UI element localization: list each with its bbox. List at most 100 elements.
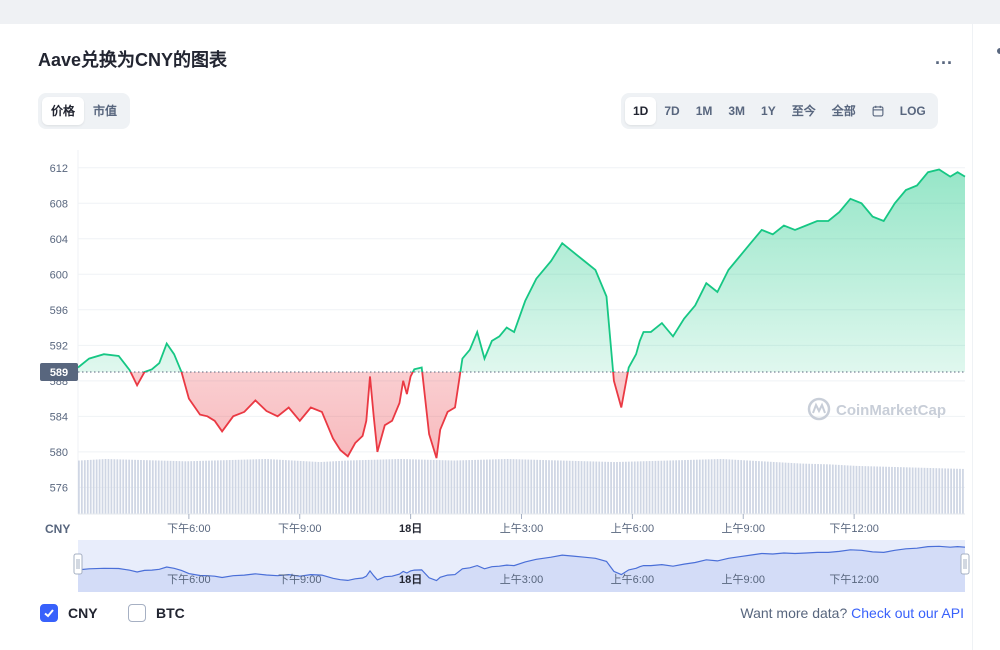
cny-checkbox[interactable] bbox=[40, 604, 58, 622]
volume-bar bbox=[338, 460, 340, 514]
y-tick-label: 580 bbox=[50, 447, 68, 459]
volume-bar bbox=[636, 461, 639, 514]
range-3m[interactable]: 3M bbox=[720, 97, 753, 125]
cny-label: CNY bbox=[68, 605, 98, 621]
x-tick-label: 18日 bbox=[399, 522, 422, 535]
volume-bar bbox=[790, 462, 793, 514]
legend-cny[interactable]: CNY bbox=[40, 604, 98, 622]
volume-bar bbox=[820, 464, 822, 514]
volume-bar bbox=[137, 459, 139, 514]
range-all[interactable]: 全部 bbox=[824, 97, 864, 125]
volume-bar bbox=[684, 460, 686, 514]
volume-bar bbox=[151, 460, 154, 514]
volume-bar bbox=[891, 466, 893, 514]
calendar-icon[interactable] bbox=[864, 97, 892, 125]
volume-bar bbox=[527, 459, 530, 514]
volume-bar bbox=[698, 459, 701, 514]
volume-bar bbox=[465, 460, 468, 514]
navigator-handle-right[interactable] bbox=[960, 553, 970, 575]
volume-bar bbox=[214, 460, 216, 514]
volume-bar bbox=[619, 461, 621, 514]
volume-bar bbox=[412, 459, 414, 514]
volume-bar bbox=[314, 461, 317, 514]
volume-bar bbox=[196, 460, 199, 514]
volume-bar bbox=[361, 460, 364, 514]
navigator-handle-left[interactable] bbox=[73, 553, 83, 575]
volume-bar bbox=[542, 460, 544, 514]
volume-bar bbox=[651, 460, 654, 514]
range-1d[interactable]: 1D bbox=[625, 97, 657, 125]
calendar-icon-glyph bbox=[872, 105, 884, 117]
volume-bar bbox=[104, 459, 107, 514]
legend-btc[interactable]: BTC bbox=[128, 604, 185, 622]
volume-bar bbox=[672, 460, 675, 514]
volume-bar bbox=[760, 461, 763, 514]
range-ytd[interactable]: 至今 bbox=[784, 97, 824, 125]
api-link[interactable]: Check out our API bbox=[851, 605, 964, 621]
watermark-text: CoinMarketCap bbox=[836, 402, 946, 419]
volume-bar bbox=[613, 462, 615, 514]
volume-bar bbox=[595, 461, 598, 514]
volume-bar bbox=[89, 459, 92, 514]
volume-bar bbox=[935, 468, 938, 514]
volume-bar bbox=[923, 467, 926, 514]
y-tick-label: 612 bbox=[50, 163, 68, 175]
volume-bar bbox=[332, 461, 335, 514]
volume-bar bbox=[178, 461, 181, 514]
tab-price[interactable]: 价格 bbox=[42, 97, 85, 125]
volume-bar bbox=[382, 459, 385, 514]
volume-bar bbox=[249, 459, 252, 514]
volume-bar bbox=[666, 460, 669, 514]
volume-bar bbox=[539, 459, 542, 514]
x-axis: 下午6:00 下午9:00 18日 上午3:00 上午6:00 上午9:00 下午12:00 bbox=[78, 513, 965, 535]
volume-bar bbox=[468, 460, 471, 514]
y-tick-label: 608 bbox=[50, 198, 68, 210]
top-bar bbox=[0, 0, 1000, 24]
range-7d[interactable]: 7D bbox=[656, 97, 687, 125]
navigator-tick-label: 下午9:00 bbox=[278, 573, 321, 586]
volume-bar bbox=[494, 459, 497, 514]
volume-bar bbox=[648, 461, 651, 514]
volume-bar bbox=[406, 459, 408, 514]
price-chart[interactable]: 576580584588592596600604608612CNY CoinMa… bbox=[0, 140, 972, 600]
volume-bar bbox=[882, 466, 884, 514]
range-1y[interactable]: 1Y bbox=[753, 97, 784, 125]
volume-bar bbox=[589, 461, 592, 514]
volume-bar bbox=[944, 468, 947, 514]
volume-bar bbox=[370, 459, 373, 514]
range-1m[interactable]: 1M bbox=[688, 97, 721, 125]
more-options-icon[interactable]: ... bbox=[935, 48, 953, 69]
volume-bar bbox=[166, 460, 169, 514]
volume-bar bbox=[432, 459, 435, 514]
volume-bar bbox=[752, 460, 754, 514]
logo-mark bbox=[812, 402, 826, 414]
volume-bar bbox=[228, 460, 231, 514]
volume-bar bbox=[855, 465, 858, 514]
volume-bar bbox=[556, 460, 559, 514]
btc-checkbox[interactable] bbox=[128, 604, 146, 622]
volume-bar bbox=[710, 459, 713, 514]
volume-bar bbox=[524, 459, 527, 514]
volume-bar bbox=[568, 460, 571, 514]
volume-bar bbox=[956, 468, 958, 514]
volume-bar bbox=[781, 462, 784, 514]
volume-bar bbox=[799, 463, 802, 514]
volume-bar bbox=[483, 459, 485, 514]
volume-bar bbox=[379, 459, 382, 514]
volume-bar bbox=[110, 459, 113, 514]
volume-bar bbox=[681, 460, 683, 514]
tab-market-cap[interactable]: 市值 bbox=[84, 97, 126, 125]
volume-bar bbox=[163, 460, 166, 514]
log-scale-toggle[interactable]: LOG bbox=[892, 97, 934, 125]
volume-bar bbox=[873, 466, 876, 514]
x-tick-label: 上午3:00 bbox=[500, 522, 543, 535]
navigator-tick-label: 上午3:00 bbox=[500, 573, 543, 586]
volume-bar bbox=[675, 460, 678, 514]
volume-bar bbox=[817, 464, 819, 514]
volume-bar bbox=[302, 461, 305, 514]
volume-bar bbox=[758, 461, 760, 514]
volume-bar bbox=[559, 460, 562, 514]
volume-bar bbox=[279, 459, 281, 514]
volume-bar bbox=[536, 459, 539, 514]
range-navigator[interactable]: 下午6:00 下午9:00 18日 上午3:00 上午6:00 上午9:00 下午12:00 bbox=[73, 540, 970, 592]
